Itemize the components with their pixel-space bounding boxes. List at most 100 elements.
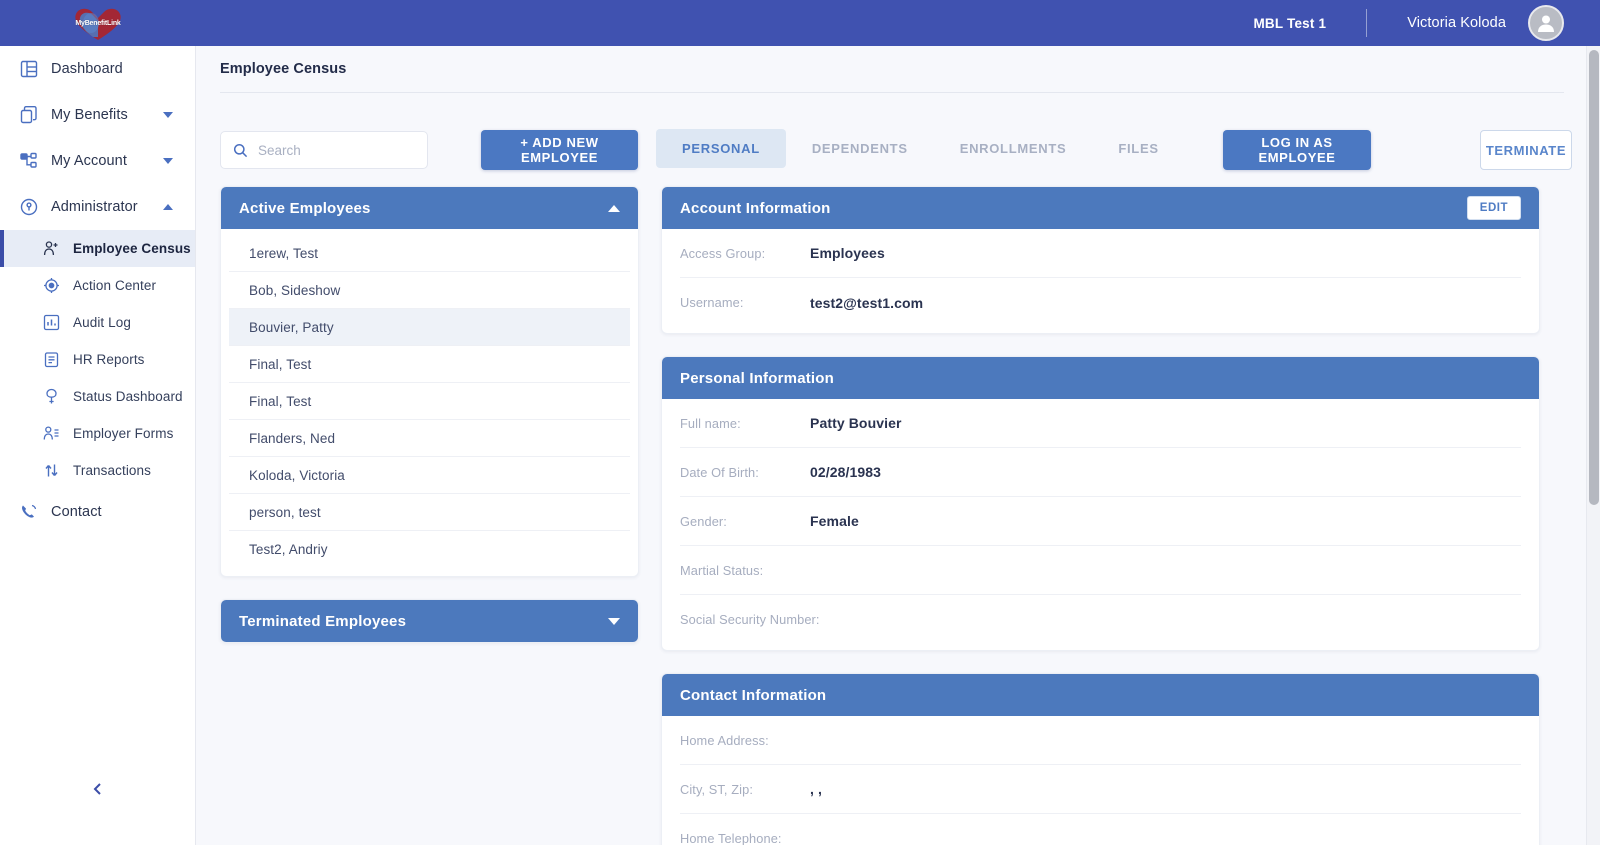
field-label: Home Telephone:	[680, 831, 782, 845]
title-divider	[220, 92, 1564, 93]
sidebar-item-label: My Benefits	[51, 107, 128, 123]
sidebar-item-audit-log[interactable]: Audit Log	[0, 304, 195, 341]
sidebar-item-label: HR Reports	[73, 352, 145, 367]
admin-badge-icon	[16, 198, 42, 216]
chevron-down-icon[interactable]	[163, 158, 173, 164]
chevron-up-icon[interactable]	[608, 204, 620, 212]
sidebar-item-my-benefits[interactable]: My Benefits	[0, 92, 195, 138]
panel-title: Personal Information	[680, 369, 835, 387]
field-label: Home Address:	[680, 732, 769, 748]
search-input[interactable]	[258, 142, 418, 158]
tab-enrollments[interactable]: ENROLLMENTS	[934, 129, 1093, 168]
field-label: Full name:	[680, 415, 741, 431]
active-employees-header[interactable]: Active Employees	[221, 187, 638, 229]
bar-chart-icon	[38, 314, 64, 331]
sidebar-item-hr-reports[interactable]: HR Reports	[0, 341, 195, 378]
field-row: Home Telephone:	[680, 814, 1521, 845]
list-item[interactable]: Flanders, Ned	[229, 420, 630, 457]
sidebar-item-administrator[interactable]: Administrator	[0, 184, 195, 230]
target-icon	[38, 277, 64, 294]
award-icon	[38, 388, 64, 405]
field-row: Date Of Birth: 02/28/1983	[680, 448, 1521, 497]
account-information-fields: Access Group: Employees Username: test2@…	[662, 229, 1539, 333]
log-in-as-employee-button[interactable]: LOG IN AS EMPLOYEE	[1223, 130, 1371, 170]
sidebar-item-transactions[interactable]: Transactions	[0, 452, 195, 489]
list-item[interactable]: 1erew, Test	[229, 235, 630, 272]
terminated-employees-panel: Terminated Employees	[220, 599, 639, 643]
field-label: Gender:	[680, 513, 727, 529]
chevron-up-icon[interactable]	[163, 204, 173, 210]
panel-title: Active Employees	[239, 199, 371, 217]
detail-tabs: PERSONAL DEPENDENTS ENROLLMENTS FILES	[656, 129, 1185, 168]
panel-title: Account Information	[680, 199, 831, 217]
personal-information-panel: Personal Information Full name: Patty Bo…	[661, 356, 1540, 651]
chevron-left-icon	[93, 783, 101, 795]
list-item[interactable]: Final, Test	[229, 346, 630, 383]
account-tree-icon	[16, 152, 42, 170]
user-name: Victoria Koloda	[1407, 15, 1506, 31]
sidebar-item-status-dashboard[interactable]: Status Dashboard	[0, 378, 195, 415]
edit-account-button[interactable]: EDIT	[1466, 196, 1521, 220]
personal-information-fields: Full name: Patty Bouvier Date Of Birth: …	[662, 399, 1539, 650]
tab-personal[interactable]: PERSONAL	[656, 129, 786, 168]
avatar[interactable]	[1528, 5, 1564, 41]
add-new-employee-button[interactable]: + ADD NEW EMPLOYEE	[481, 130, 638, 170]
contact-information-panel: Contact Information Home Address: City, …	[661, 673, 1540, 845]
top-header-bar: MyBenefitLink MBL Test 1 Victoria Koloda	[0, 0, 1600, 46]
account-information-header: Account Information EDIT	[662, 187, 1539, 229]
chevron-down-icon[interactable]	[163, 112, 173, 118]
tab-dependents[interactable]: DEPENDENTS	[786, 129, 934, 168]
field-row: City, ST, Zip: , ,	[680, 765, 1521, 814]
header-divider	[1366, 9, 1368, 37]
terminated-employees-header[interactable]: Terminated Employees	[221, 600, 638, 642]
field-value: 02/28/1983	[810, 464, 882, 480]
field-row: Social Security Number:	[680, 595, 1521, 644]
contact-information-fields: Home Address: City, ST, Zip: , , Home Te…	[662, 716, 1539, 845]
field-label: Martial Status:	[680, 562, 764, 578]
list-item[interactable]: Koloda, Victoria	[229, 457, 630, 494]
tab-files[interactable]: FILES	[1092, 129, 1184, 168]
sidebar-item-label: Administrator	[51, 199, 138, 215]
personal-information-header: Personal Information	[662, 357, 1539, 399]
chevron-down-icon[interactable]	[608, 617, 620, 625]
list-item[interactable]: person, test	[229, 494, 630, 531]
panel-title: Contact Information	[680, 686, 827, 704]
logo-wordmark: MyBenefitLink	[75, 20, 121, 27]
sidebar-item-label: Dashboard	[51, 61, 123, 77]
sidebar-item-employer-forms[interactable]: Employer Forms	[0, 415, 195, 452]
sidebar-item-contact[interactable]: Contact	[0, 489, 195, 535]
sidebar-item-my-account[interactable]: My Account	[0, 138, 195, 184]
sidebar-item-label: Employee Census	[73, 241, 191, 256]
transactions-icon	[38, 462, 64, 479]
employee-detail-column: Account Information EDIT Access Group: E…	[661, 186, 1540, 845]
sidebar-item-employee-census[interactable]: Employee Census	[0, 230, 195, 267]
sidebar-item-dashboard[interactable]: Dashboard	[0, 46, 195, 92]
field-row: Home Address:	[680, 716, 1521, 765]
search-box[interactable]	[220, 131, 428, 169]
sidebar-item-action-center[interactable]: Action Center	[0, 267, 195, 304]
list-item[interactable]: Bob, Sideshow	[229, 272, 630, 309]
contact-information-header: Contact Information	[662, 674, 1539, 716]
list-item[interactable]: Final, Test	[229, 383, 630, 420]
user-list-icon	[38, 425, 64, 442]
sidebar-item-label: Transactions	[73, 463, 151, 478]
sidebar-item-label: Contact	[51, 504, 102, 520]
terminate-button[interactable]: TERMINATE	[1480, 130, 1572, 170]
dashboard-icon	[16, 60, 42, 78]
field-row: Username: test2@test1.com	[680, 278, 1521, 327]
list-item[interactable]: Bouvier, Patty	[229, 309, 630, 346]
scrollbar-thumb[interactable]	[1589, 50, 1599, 505]
app-logo[interactable]: MyBenefitLink	[0, 0, 196, 46]
phone-icon	[16, 503, 42, 521]
list-item[interactable]: Test2, Andriy	[229, 531, 630, 568]
sidebar-item-label: Action Center	[73, 278, 157, 293]
main-content: Employee Census + ADD NEW EMPLOYEE PERSO…	[196, 46, 1600, 845]
field-label: Username:	[680, 295, 744, 310]
page-scrollbar[interactable]	[1586, 46, 1600, 845]
sidebar-collapse-button[interactable]	[0, 781, 196, 797]
active-employees-list: 1erew, Test Bob, Sideshow Bouvier, Patty…	[221, 229, 638, 576]
field-label: City, ST, Zip:	[680, 781, 753, 797]
search-icon	[233, 143, 248, 157]
field-row: Access Group: Employees	[680, 229, 1521, 278]
page-title: Employee Census	[220, 61, 347, 77]
